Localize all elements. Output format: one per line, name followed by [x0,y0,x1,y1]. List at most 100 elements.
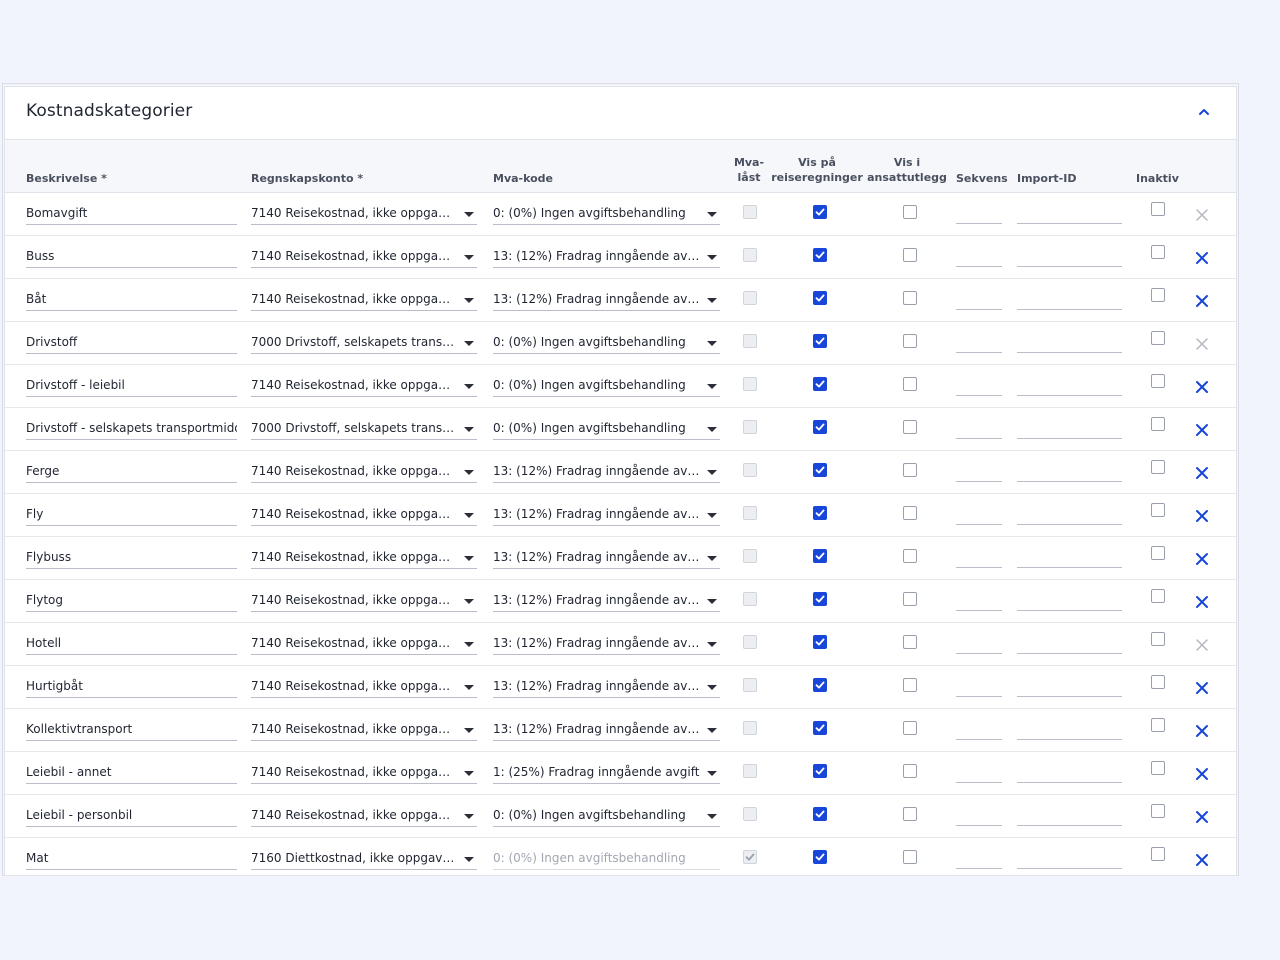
mva-code-select[interactable]: 13: (12%) Fradrag inngående avgift [493,247,720,268]
show-on-travel-claims-checkbox[interactable] [813,463,827,477]
close-icon[interactable] [1195,465,1209,479]
mva-code-select[interactable]: 13: (12%) Fradrag inngående avgift [493,462,720,483]
inactive-checkbox[interactable] [1151,331,1165,345]
show-on-travel-claims-checkbox[interactable] [813,549,827,563]
mva-code-select[interactable]: 13: (12%) Fradrag inngående avgift [493,591,720,612]
close-icon[interactable] [1195,379,1209,393]
show-on-travel-claims-checkbox[interactable] [813,635,827,649]
show-on-travel-claims-checkbox[interactable] [813,764,827,778]
description-input[interactable]: Fly [26,505,237,526]
account-select[interactable]: 7000 Drivstoff, selskapets transportmidl… [251,333,477,354]
close-icon[interactable] [1195,293,1209,307]
show-in-employee-expenses-checkbox[interactable] [903,721,917,735]
inactive-checkbox[interactable] [1151,417,1165,431]
show-on-travel-claims-checkbox[interactable] [813,850,827,864]
show-on-travel-claims-checkbox[interactable] [813,248,827,262]
sequence-input[interactable] [956,720,1002,740]
show-in-employee-expenses-checkbox[interactable] [903,850,917,864]
inactive-checkbox[interactable] [1151,503,1165,517]
inactive-checkbox[interactable] [1151,847,1165,861]
close-icon[interactable] [1195,723,1209,737]
close-icon[interactable] [1195,250,1209,264]
show-on-travel-claims-checkbox[interactable] [813,291,827,305]
show-in-employee-expenses-checkbox[interactable] [903,205,917,219]
show-in-employee-expenses-checkbox[interactable] [903,420,917,434]
close-icon[interactable] [1195,594,1209,608]
account-select[interactable]: 7140 Reisekostnad, ikke oppgavepliktig [251,204,477,225]
sequence-input[interactable] [956,505,1002,525]
mva-code-select[interactable]: 0: (0%) Ingen avgiftsbehandling [493,419,720,440]
show-in-employee-expenses-checkbox[interactable] [903,377,917,391]
description-input[interactable]: Drivstoff [26,333,237,354]
inactive-checkbox[interactable] [1151,460,1165,474]
sequence-input[interactable] [956,376,1002,396]
account-select[interactable]: 7140 Reisekostnad, ikke oppgavepliktig [251,247,477,268]
import-id-input[interactable] [1017,849,1122,869]
sequence-input[interactable] [956,634,1002,654]
import-id-input[interactable] [1017,591,1122,611]
description-input[interactable]: Drivstoff - selskapets transportmidder [26,419,237,440]
mva-code-select[interactable]: 13: (12%) Fradrag inngående avgift [493,290,720,311]
show-on-travel-claims-checkbox[interactable] [813,334,827,348]
import-id-input[interactable] [1017,333,1122,353]
mva-code-select[interactable]: 0: (0%) Ingen avgiftsbehandling [493,806,720,827]
sequence-input[interactable] [956,204,1002,224]
account-select[interactable]: 7140 Reisekostnad, ikke oppgavepliktig [251,806,477,827]
sequence-input[interactable] [956,548,1002,568]
sequence-input[interactable] [956,677,1002,697]
inactive-checkbox[interactable] [1151,761,1165,775]
show-on-travel-claims-checkbox[interactable] [813,205,827,219]
show-in-employee-expenses-checkbox[interactable] [903,334,917,348]
import-id-input[interactable] [1017,290,1122,310]
show-in-employee-expenses-checkbox[interactable] [903,506,917,520]
inactive-checkbox[interactable] [1151,374,1165,388]
description-input[interactable]: Mat [26,849,237,870]
show-in-employee-expenses-checkbox[interactable] [903,678,917,692]
close-icon[interactable] [1195,551,1209,565]
sequence-input[interactable] [956,290,1002,310]
account-select[interactable]: 7140 Reisekostnad, ikke oppgavepliktig [251,462,477,483]
import-id-input[interactable] [1017,419,1122,439]
inactive-checkbox[interactable] [1151,546,1165,560]
close-icon[interactable] [1195,680,1209,694]
description-input[interactable]: Hotell [26,634,237,655]
import-id-input[interactable] [1017,634,1122,654]
account-select[interactable]: 7000 Drivstoff, selskapets transportmidl… [251,419,477,440]
inactive-checkbox[interactable] [1151,202,1165,216]
account-select[interactable]: 7140 Reisekostnad, ikke oppgavepliktig [251,720,477,741]
show-in-employee-expenses-checkbox[interactable] [903,764,917,778]
sequence-input[interactable] [956,333,1002,353]
inactive-checkbox[interactable] [1151,718,1165,732]
show-on-travel-claims-checkbox[interactable] [813,721,827,735]
account-select[interactable]: 7140 Reisekostnad, ikke oppgavepliktig [251,763,477,784]
show-on-travel-claims-checkbox[interactable] [813,420,827,434]
description-input[interactable]: Båt [26,290,237,311]
sequence-input[interactable] [956,849,1002,869]
show-in-employee-expenses-checkbox[interactable] [903,463,917,477]
close-icon[interactable] [1195,809,1209,823]
chevron-up-icon[interactable] [1196,104,1212,120]
description-input[interactable]: Bomavgift [26,204,237,225]
import-id-input[interactable] [1017,204,1122,224]
mva-code-select[interactable]: 0: (0%) Ingen avgiftsbehandling [493,204,720,225]
account-select[interactable]: 7140 Reisekostnad, ikke oppgavepliktig [251,591,477,612]
description-input[interactable]: Kollektivtransport [26,720,237,741]
account-select[interactable]: 7140 Reisekostnad, ikke oppgavepliktig [251,548,477,569]
sequence-input[interactable] [956,247,1002,267]
description-input[interactable]: Leiebil - annet [26,763,237,784]
mva-code-select[interactable]: 13: (12%) Fradrag inngående avgift [493,720,720,741]
inactive-checkbox[interactable] [1151,288,1165,302]
import-id-input[interactable] [1017,505,1122,525]
show-on-travel-claims-checkbox[interactable] [813,506,827,520]
mva-code-select[interactable]: 1: (25%) Fradrag inngående avgift [493,763,720,784]
show-in-employee-expenses-checkbox[interactable] [903,291,917,305]
description-input[interactable]: Leiebil - personbil [26,806,237,827]
sequence-input[interactable] [956,419,1002,439]
sequence-input[interactable] [956,591,1002,611]
description-input[interactable]: Flytog [26,591,237,612]
close-icon[interactable] [1195,852,1209,866]
description-input[interactable]: Flybuss [26,548,237,569]
description-input[interactable]: Buss [26,247,237,268]
show-on-travel-claims-checkbox[interactable] [813,592,827,606]
account-select[interactable]: 7140 Reisekostnad, ikke oppgavepliktig [251,505,477,526]
